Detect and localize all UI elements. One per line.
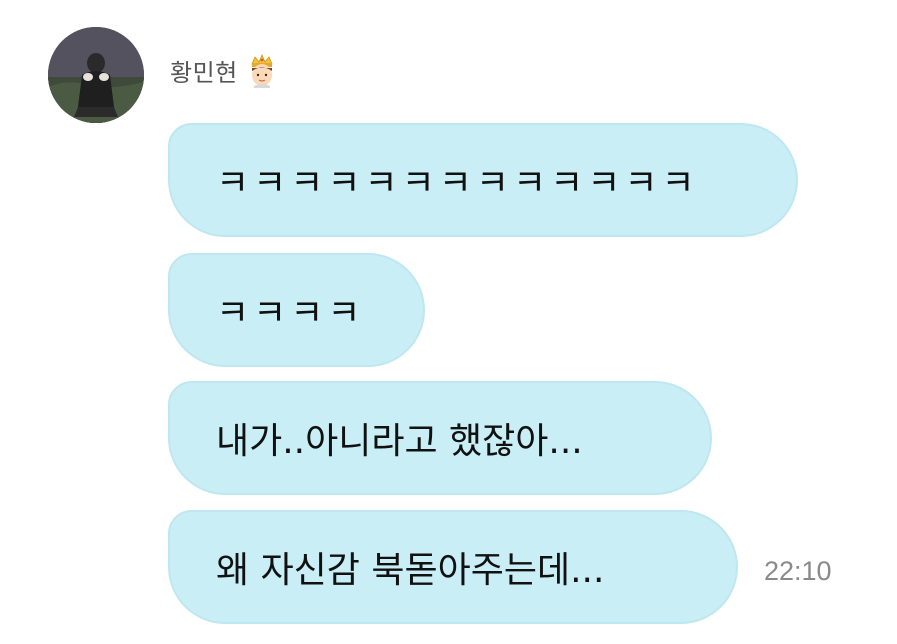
message-text: 내가..아니라고 했잖아... — [216, 421, 583, 462]
message-bubble[interactable]: ㅋㅋㅋㅋㅋㅋㅋㅋㅋㅋㅋㅋㅋ — [168, 123, 798, 237]
message-timestamp: 22:10 — [764, 556, 832, 586]
sender-name[interactable]: 황민현 — [170, 53, 238, 88]
message-text: 왜 자신감 북돋아주는데... — [216, 550, 605, 591]
message-bubble[interactable]: 왜 자신감 북돋아주는데... — [168, 510, 738, 624]
message-text: ㅋㅋㅋㅋ — [216, 293, 365, 334]
crown-prince-emoji-icon — [246, 53, 278, 88]
message-text: ㅋㅋㅋㅋㅋㅋㅋㅋㅋㅋㅋㅋㅋ — [216, 163, 699, 204]
avatar-photo — [48, 27, 144, 123]
sender-header: 황민현 — [170, 53, 278, 88]
avatar[interactable] — [48, 27, 144, 123]
message-bubble[interactable]: ㅋㅋㅋㅋ — [168, 253, 425, 367]
message-bubble[interactable]: 내가..아니라고 했잖아... — [168, 381, 712, 495]
